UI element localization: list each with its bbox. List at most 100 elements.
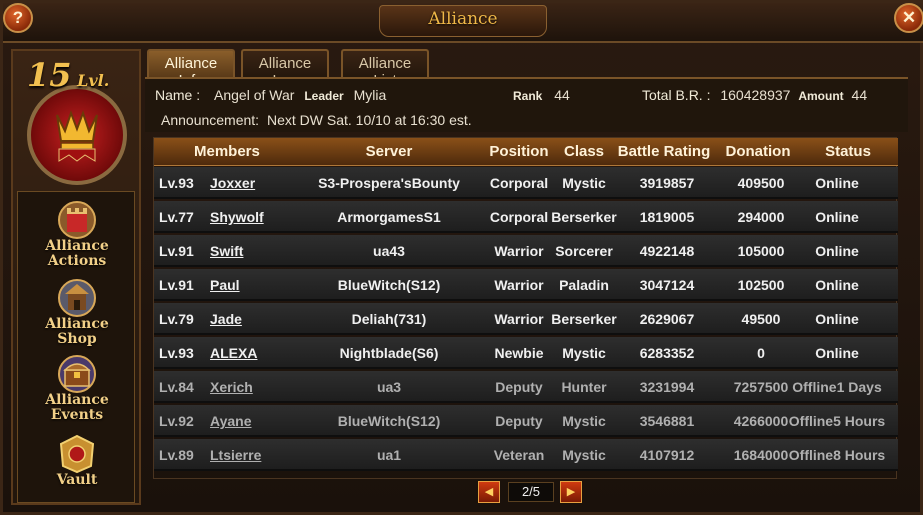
col-class: Class — [563, 143, 605, 160]
close-button[interactable]: ✕ — [894, 3, 923, 33]
table-row: Lv.92 Ayane BlueWitch(S12) Deputy Mystic 3546… — [154, 405, 898, 437]
name-label: Name : — [155, 87, 201, 103]
tab-alliance-log[interactable]: Alliance Log — [241, 49, 329, 89]
cell-level: Lv.91 — [159, 243, 194, 259]
cell-battle-rating: 1819005 — [639, 209, 695, 225]
cell-name[interactable]: Shywolf — [210, 209, 280, 225]
table-row: Lv.79 Jade Deliah(731) Warrior Berserker 2629… — [154, 303, 898, 335]
cell-position: Warrior — [494, 311, 544, 327]
cell-battle-rating: 3231994 — [639, 379, 695, 395]
cell-server: Deliah(731) — [351, 311, 427, 327]
cell-status: Online — [815, 277, 859, 293]
cell-server: ua3 — [376, 379, 402, 395]
cell-class: Mystic — [562, 413, 606, 429]
alliance-level-badge: 15 Lvl. — [27, 56, 109, 94]
total-br-row: Total B.R. : 160428937 Amount 44 — [642, 87, 867, 103]
cell-server: BlueWitch(S12) — [337, 413, 441, 429]
alliance-name: Angel of War — [214, 87, 295, 103]
cell-level: Lv.91 — [159, 277, 194, 293]
nav-label: Alliance Shop — [45, 316, 109, 347]
cell-status: Online — [815, 209, 859, 225]
cell-name[interactable]: Joxxer — [210, 175, 280, 191]
members-table: Members Server Position Class Battle Rat… — [153, 137, 898, 479]
left-panel: 15 Lvl. Alliance Actions Alliance Shop A… — [11, 49, 141, 505]
cell-position: Warrior — [494, 277, 544, 293]
cell-class: Mystic — [562, 175, 606, 191]
rank-label: Rank — [513, 89, 543, 103]
cell-server: BlueWitch(S12) — [337, 277, 441, 293]
table-row: Lv.93 ALEXA Nightblade(S6) Newbie Mystic 6283… — [154, 337, 898, 369]
cell-server: ua1 — [376, 447, 402, 463]
table-row: Lv.91 Paul BlueWitch(S12) Warrior Paladin 304… — [154, 269, 898, 301]
table-header: Members Server Position Class Battle Rat… — [154, 138, 898, 166]
leader-name: Mylia — [353, 87, 387, 103]
cell-name[interactable]: Xerich — [210, 379, 280, 395]
table-row: Lv.93 Joxxer S3-Prospera'sBounty Corporal My… — [154, 167, 898, 199]
cell-name[interactable]: Jade — [210, 311, 280, 327]
alliance-emblem-icon — [27, 85, 127, 185]
col-position: Position — [489, 143, 549, 160]
cell-battle-rating: 4922148 — [639, 243, 695, 259]
cell-server: S3-Prospera'sBounty — [318, 175, 460, 191]
nav-vault[interactable]: Vault — [18, 432, 136, 506]
rank-value: 44 — [554, 87, 570, 103]
announcement-row: Announcement: Next DW Sat. 10/10 at 16:3… — [161, 112, 472, 128]
table-row: Lv.84 Xerich ua3 Deputy Hunter 3231994 7257500… — [154, 371, 898, 403]
cell-level: Lv.77 — [159, 209, 194, 225]
nav-label: Vault — [56, 472, 98, 488]
rank-row: Rank 44 — [513, 87, 570, 103]
leader-label: Leader — [304, 89, 344, 103]
cell-status: Offline1 Days — [792, 379, 882, 395]
cell-position: Veteran — [493, 447, 545, 463]
tab-alliance-info[interactable]: Alliance Info — [147, 49, 235, 89]
cell-name[interactable]: Swift — [210, 243, 280, 259]
cell-battle-rating: 3919857 — [639, 175, 695, 191]
col-server: Server — [365, 143, 413, 160]
cell-status: Online — [815, 345, 859, 361]
arrow-left-icon[interactable]: ◀ — [478, 481, 500, 503]
alliance-nav: Alliance Actions Alliance Shop Alliance … — [17, 191, 135, 503]
total-br-value: 160428937 — [720, 87, 791, 103]
cell-position: Deputy — [495, 413, 543, 429]
cell-name[interactable]: Ltsierre — [210, 447, 280, 463]
cell-name[interactable]: Ayane — [210, 413, 280, 429]
window-title: Alliance — [428, 9, 498, 29]
cell-class: Mystic — [562, 447, 606, 463]
cell-level: Lv.79 — [159, 311, 194, 327]
amount-value: 44 — [851, 87, 868, 103]
amount-label: Amount — [798, 89, 844, 103]
cell-class: Mystic — [562, 345, 606, 361]
tab-alliance-list[interactable]: Alliance List — [341, 49, 429, 89]
total-br-label: Total B.R. : — [642, 87, 711, 103]
cell-name[interactable]: ALEXA — [210, 345, 280, 361]
alliance-level: 15 — [27, 56, 72, 94]
cell-class: Berserker — [551, 209, 617, 225]
page-indicator: 2/5 — [508, 482, 554, 502]
cell-level: Lv.89 — [159, 447, 194, 463]
cell-battle-rating: 6283352 — [639, 345, 695, 361]
cell-class: Berserker — [551, 311, 617, 327]
arrow-right-icon[interactable]: ▶ — [560, 481, 582, 503]
cell-server: ua43 — [373, 243, 405, 259]
table-row: Lv.89 Ltsierre ua1 Veteran Mystic 4107912 1684… — [154, 439, 898, 471]
nav-alliance-events[interactable]: Alliance Events — [18, 352, 136, 426]
col-status: Status — [825, 143, 871, 160]
cell-position: Corporal — [489, 175, 549, 191]
cell-class: Sorcerer — [555, 243, 613, 259]
cell-position: Corporal — [489, 209, 549, 225]
announcement-label: Announcement: — [161, 112, 260, 128]
cell-battle-rating: 3546881 — [639, 413, 695, 429]
nav-alliance-shop[interactable]: Alliance Shop — [18, 276, 136, 350]
nav-label: Alliance Events — [45, 392, 109, 423]
cell-class: Hunter — [561, 379, 607, 395]
cell-server: Nightblade(S6) — [339, 345, 439, 361]
alliance-window: Alliance ? ✕ 15 Lvl. Alliance Actions Al… — [0, 0, 923, 515]
cell-name[interactable]: Paul — [210, 277, 280, 293]
treasure-icon — [58, 355, 96, 393]
nav-alliance-actions[interactable]: Alliance Actions — [18, 198, 136, 272]
help-button[interactable]: ? — [3, 3, 33, 33]
cell-battle-rating: 3047124 — [639, 277, 695, 293]
announcement-text: Next DW Sat. 10/10 at 16:30 est. — [266, 112, 472, 128]
cell-class: Paladin — [559, 277, 609, 293]
alliance-info-area: Name : Angel of War Leader Mylia Rank 44… — [145, 77, 908, 132]
